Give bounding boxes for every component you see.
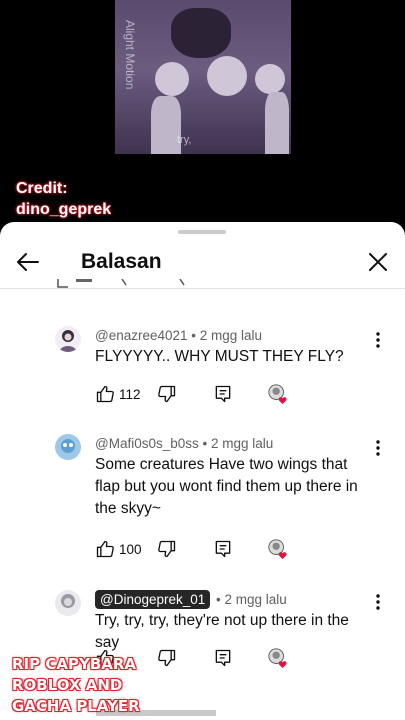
dislike-button[interactable]	[157, 646, 177, 670]
avatar[interactable]	[55, 434, 81, 460]
creator-heart-icon	[268, 539, 287, 560]
creator-handle-chip[interactable]: @Dinogeprek_01	[95, 590, 211, 609]
reply-comment-icon	[215, 540, 231, 558]
like-button[interactable]: 100	[95, 537, 142, 561]
overlay-line-1: RIP CAPYBARA	[12, 655, 137, 673]
comment-actions: 112	[95, 382, 305, 406]
watermark-text: Alight Motion	[123, 20, 137, 90]
parent-comment-actions-cut	[56, 278, 196, 288]
close-icon	[369, 253, 387, 271]
video-overlay-caption: RIP CAPYBARA ROBLOX AND GACHA PLAYER	[12, 654, 140, 717]
like-count: 112	[119, 386, 141, 402]
comment-meta: @Mafi0s0s_b0ss • 2 mgg lalu	[95, 436, 273, 451]
thumbs-down-icon	[158, 649, 176, 667]
dislike-button[interactable]	[157, 382, 177, 406]
thumbs-up-icon	[96, 540, 114, 558]
reply-button[interactable]	[213, 382, 233, 406]
credit-line-1: Credit:	[16, 180, 68, 197]
creator-heart-icon	[268, 384, 287, 405]
thumbs-down-icon	[158, 540, 176, 558]
drag-handle[interactable]	[178, 230, 226, 234]
thumbs-down-icon	[158, 385, 176, 403]
author-handle[interactable]: @Mafi0s0s_b0ss	[95, 436, 199, 451]
replies-sheet: Balasan @enazree4021 • 2 mgg lalu FLYYYY…	[0, 222, 405, 720]
overlay-line-3: GACHA PLAYER	[12, 697, 140, 715]
video-thumbnail: Alight Motion try,	[115, 0, 291, 154]
comment-text: FLYYYYY.. WHY MUST THEY FLY?	[95, 348, 344, 365]
comment-actions: 100	[95, 537, 305, 561]
like-button[interactable]: 112	[95, 382, 141, 406]
avatar[interactable]	[55, 590, 81, 616]
header-divider	[0, 288, 405, 289]
comment-text: Some creatures Have two wings that flap …	[95, 456, 358, 517]
thumbs-up-icon	[96, 385, 114, 403]
creator-heart-icon	[268, 648, 287, 669]
arrow-left-icon	[17, 253, 39, 271]
reply-comment-icon	[215, 649, 231, 667]
like-count: 100	[119, 541, 142, 557]
close-button[interactable]	[364, 248, 392, 276]
credit-line-2: dino_geprek	[16, 201, 112, 218]
dislike-button[interactable]	[157, 537, 177, 561]
comment-meta: @Dinogeprek_01 • 2 mgg lalu	[95, 590, 287, 609]
thumbnail-caption: try,	[177, 134, 192, 146]
reply-button[interactable]	[213, 646, 233, 670]
comment-meta: @enazree4021 • 2 mgg lalu	[95, 328, 262, 343]
back-button[interactable]	[14, 248, 42, 276]
comment-time: • 2 mgg lalu	[216, 592, 287, 607]
author-handle[interactable]: @enazree4021	[95, 328, 188, 343]
credit-caption: Credit: dino_geprek	[16, 178, 111, 220]
sheet-title: Balasan	[81, 250, 162, 273]
video-player[interactable]: Alight Motion try, Credit: dino_geprek	[0, 0, 405, 232]
comment-time: • 2 mgg lalu	[191, 328, 263, 343]
avatar[interactable]	[55, 326, 81, 352]
reply-comment-icon	[215, 385, 231, 403]
reply-button[interactable]	[213, 537, 233, 561]
comment-time: • 2 mgg lalu	[202, 436, 274, 451]
overlay-line-2: ROBLOX AND	[12, 676, 123, 694]
